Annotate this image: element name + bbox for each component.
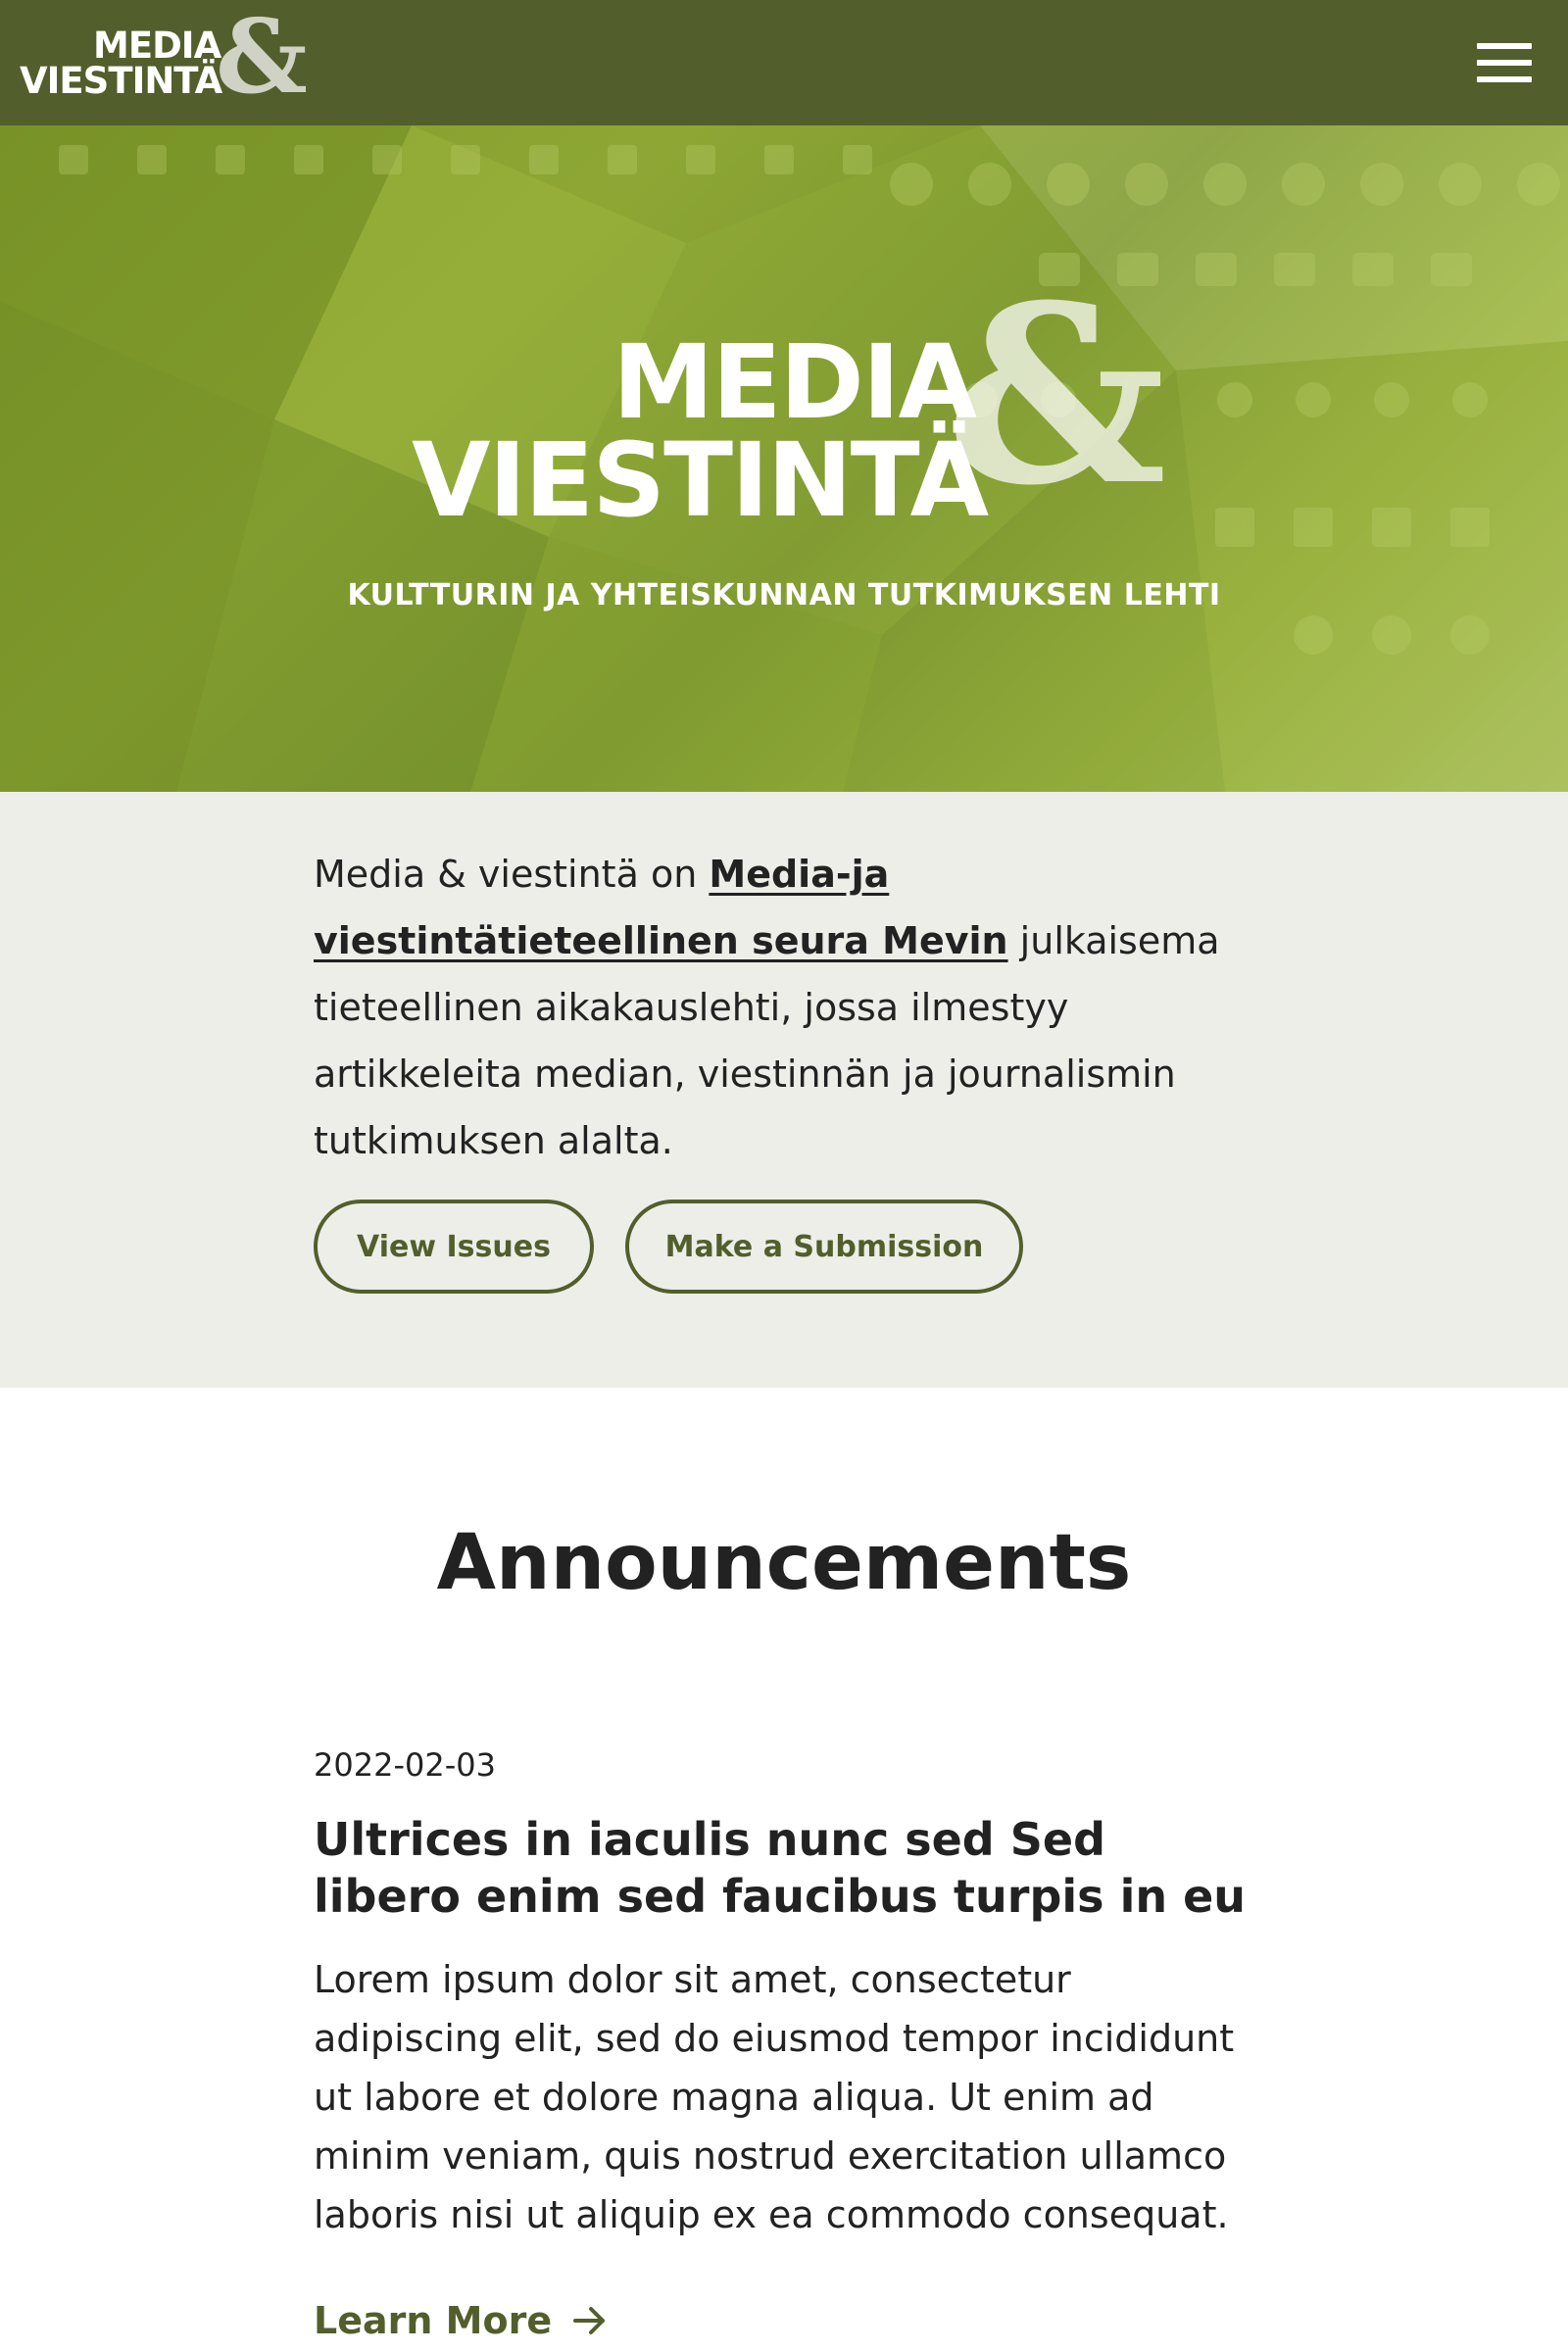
announcement-heading[interactable]: Ultrices in iaculis nunc sed Sed libero …: [314, 1811, 1254, 1925]
about-section: Media & viestintä on Media-ja viestintät…: [0, 792, 1568, 1388]
about-text: Media & viestintä on Media-ja viestintät…: [314, 841, 1254, 1174]
site-logo[interactable]: MEDIA VIESTINTÄ &: [20, 6, 308, 108]
logo-word-media: MEDIA: [93, 24, 221, 67]
hamburger-menu-icon[interactable]: [1470, 35, 1539, 90]
hero-logo-word-media: MEDIA: [612, 322, 977, 442]
hero-logo-ampersand: &: [946, 251, 1167, 539]
hero-banner: MEDIA VIESTINTÄ & KULTTURIN JA YHTEISKUN…: [0, 125, 1568, 792]
menu-line: [1477, 76, 1532, 82]
logo-word-viestinta: VIESTINTÄ: [20, 60, 222, 102]
site-header: MEDIA VIESTINTÄ &: [0, 0, 1568, 125]
announcement-body: Lorem ipsum dolor sit amet, consectetur …: [314, 1958, 1235, 2236]
hero-tagline: KULTTURIN JA YHTEISKUNNAN TUTKIMUKSEN LE…: [347, 578, 1221, 612]
menu-line: [1477, 43, 1532, 49]
learn-more-link[interactable]: Learn More: [314, 2299, 607, 2342]
about-text-intro: Media & viestintä on: [314, 853, 710, 896]
announcement-date: 2022-02-03: [314, 1746, 496, 1784]
hero-logo-word-viestinta: VIESTINTÄ: [412, 420, 989, 540]
learn-more-label: Learn More: [314, 2299, 553, 2342]
make-submission-button[interactable]: Make a Submission: [625, 1200, 1023, 1294]
arrow-right-icon: [573, 2307, 606, 2334]
announcements-title: Announcements: [436, 1519, 1132, 1607]
menu-line: [1477, 60, 1532, 66]
view-issues-button[interactable]: View Issues: [314, 1200, 594, 1294]
logo-ampersand: &: [216, 0, 308, 117]
